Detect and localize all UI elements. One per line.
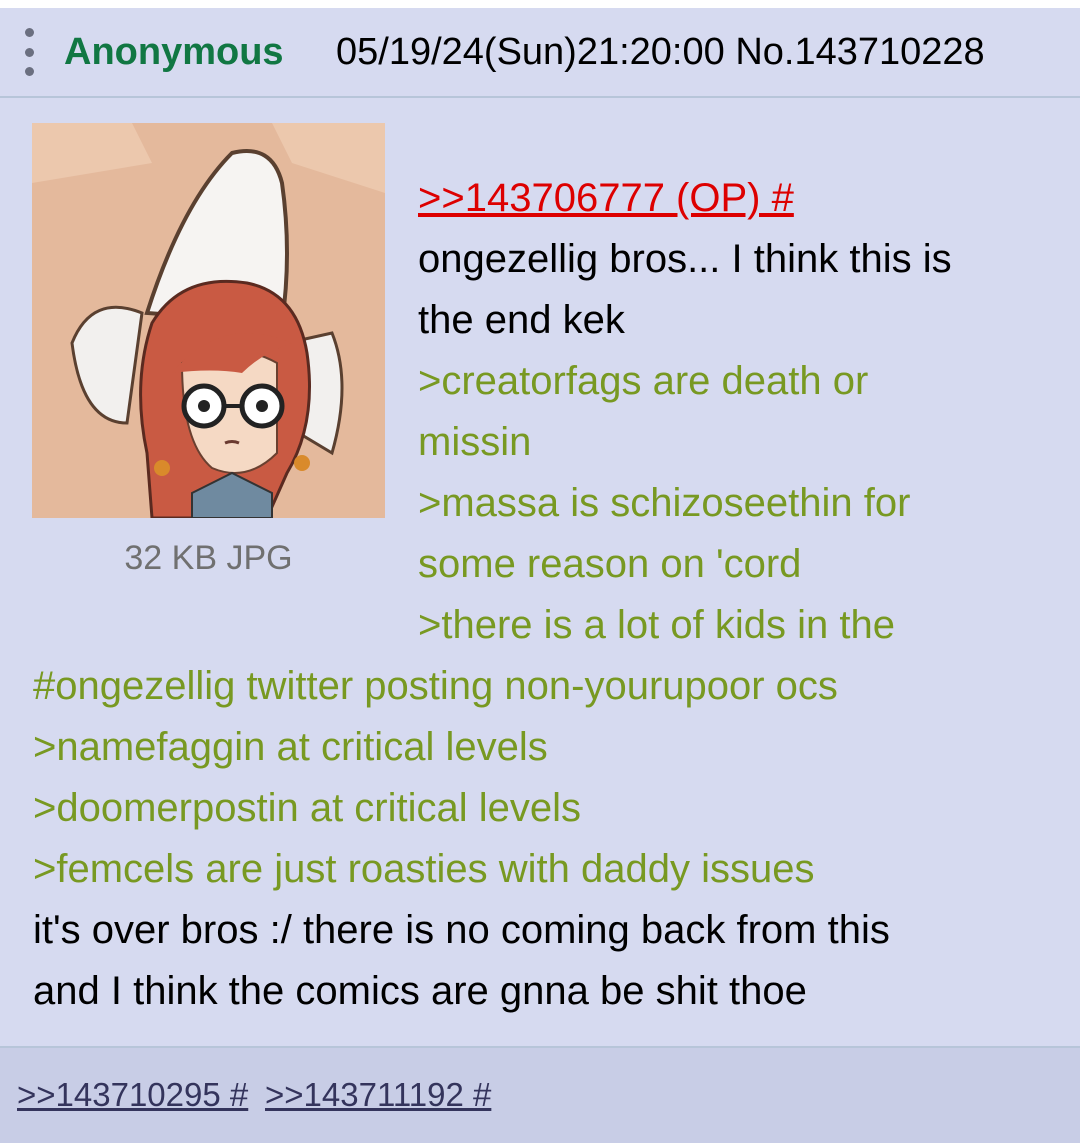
message-line: it's over bros :/ there is no coming bac… (33, 908, 890, 952)
backlink[interactable]: >>143710295 # (17, 1075, 248, 1115)
greentext-line: >namefaggin at critical levels (33, 725, 548, 769)
greentext-line: some reason on 'cord (418, 542, 802, 586)
message-line: the end kek (418, 298, 625, 342)
file-info: 32 KB JPG (124, 539, 293, 577)
greentext-line: >creatorfags are death or (418, 359, 869, 403)
greentext-line: >massa is schizoseethin for (418, 481, 911, 525)
message-line: ongezellig bros... I think this is (418, 237, 952, 281)
thumbnail-illustration (32, 123, 385, 518)
more-options-icon[interactable] (22, 28, 36, 76)
poster-name: Anonymous (64, 31, 284, 73)
post-thumbnail[interactable] (32, 123, 385, 518)
greentext-line: #ongezellig twitter posting non-yourupoo… (33, 664, 838, 708)
greentext-line: >femcels are just roasties with daddy is… (33, 847, 815, 891)
greentext-line: >there is a lot of kids in the (418, 603, 895, 647)
post-number[interactable]: No.143710228 (735, 31, 984, 73)
op-quote-link[interactable]: >>143706777 (OP) # (418, 176, 794, 220)
greentext-line: missin (418, 420, 532, 464)
backlink[interactable]: >>143711192 # (265, 1075, 491, 1115)
greentext-line: >doomerpostin at critical levels (33, 786, 582, 830)
post-header: Anonymous 05/19/24(Sun)21:20:00 No.14371… (0, 8, 1080, 98)
post-datetime: 05/19/24(Sun)21:20:00 (336, 31, 725, 73)
backlinks-bar: >>143710295 # >>143711192 # (0, 1046, 1080, 1143)
message-line: and I think the comics are gnna be shit … (33, 969, 807, 1013)
post: Anonymous 05/19/24(Sun)21:20:00 No.14371… (0, 8, 1080, 1143)
post-meta: 05/19/24(Sun)21:20:00 No.143710228 (336, 30, 985, 74)
